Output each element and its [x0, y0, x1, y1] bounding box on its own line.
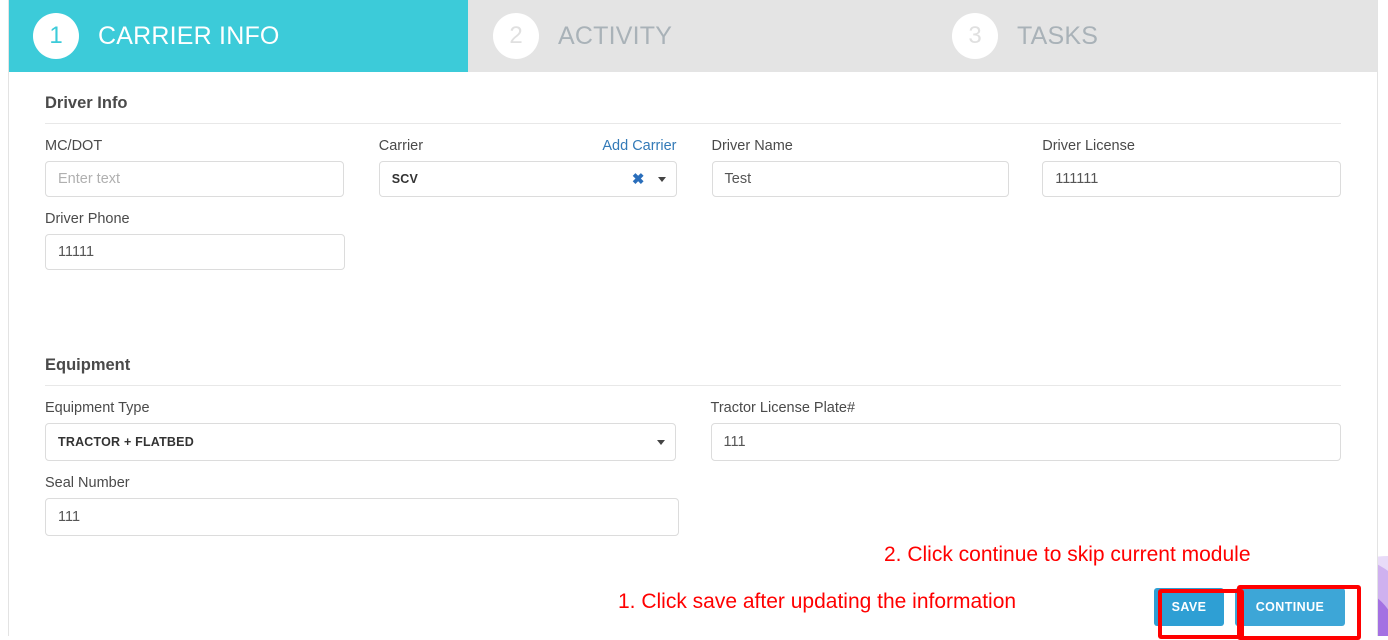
- carrier-selected-value: SCV: [392, 172, 418, 186]
- equipment-type-label: Equipment Type: [45, 400, 150, 416]
- carrier-select[interactable]: SCV ✖: [379, 161, 677, 197]
- equipment-type-select[interactable]: TRACTOR + FLATBED: [45, 423, 676, 461]
- field-driver-phone: Driver Phone 11111: [45, 211, 345, 270]
- carrier-info-card: 1 CARRIER INFO 2 ACTIVITY 3 TASKS Driver…: [8, 0, 1378, 636]
- step-label: ACTIVITY: [558, 22, 672, 51]
- driver-license-input[interactable]: 111111: [1042, 161, 1341, 197]
- step-number-badge: 3: [952, 13, 998, 59]
- carrier-select-icons: ✖: [632, 172, 666, 187]
- driver-info-heading: Driver Info: [45, 72, 1341, 123]
- equipment-type-selected-value: TRACTOR + FLATBED: [58, 435, 194, 449]
- step-number-badge: 1: [33, 13, 79, 59]
- mcdot-input[interactable]: Enter text: [45, 161, 344, 197]
- carrier-label: Carrier: [379, 138, 423, 154]
- driver-info-row-1: MC/DOT Enter text Carrier Add Carrier SC…: [45, 124, 1341, 197]
- field-tractor-plate: Tractor License Plate# 111: [711, 400, 1342, 461]
- annotation-note-2: 2. Click continue to skip current module: [884, 543, 1251, 567]
- tractor-plate-input[interactable]: 111: [711, 423, 1342, 461]
- field-mcdot: MC/DOT Enter text: [45, 138, 344, 197]
- chevron-down-icon[interactable]: [658, 177, 666, 182]
- seal-number-label: Seal Number: [45, 475, 130, 491]
- form-body: Driver Info MC/DOT Enter text Carrier Ad…: [9, 72, 1377, 536]
- driver-name-input[interactable]: Test: [712, 161, 1010, 197]
- wizard-step-activity[interactable]: 2 ACTIVITY: [468, 0, 927, 72]
- chevron-down-icon[interactable]: [657, 440, 665, 445]
- seal-number-input[interactable]: 111: [45, 498, 679, 536]
- wizard-step-bar: 1 CARRIER INFO 2 ACTIVITY 3 TASKS: [9, 0, 1377, 72]
- field-seal-number: Seal Number 111: [45, 475, 679, 536]
- driver-phone-label: Driver Phone: [45, 211, 130, 227]
- clear-x-icon[interactable]: ✖: [632, 172, 645, 187]
- step-label: TASKS: [1017, 22, 1098, 51]
- driver-phone-input[interactable]: 11111: [45, 234, 345, 270]
- driver-name-label: Driver Name: [712, 138, 793, 154]
- driver-info-row-2: Driver Phone 11111: [45, 197, 1341, 270]
- equipment-row-2: Seal Number 111: [45, 461, 1341, 536]
- equipment-heading: Equipment: [45, 334, 1341, 385]
- save-button[interactable]: SAVE: [1154, 588, 1224, 626]
- annotation-note-1: 1. Click save after updating the informa…: [618, 590, 1016, 614]
- field-equipment-type: Equipment Type TRACTOR + FLATBED: [45, 400, 676, 461]
- step-number-badge: 2: [493, 13, 539, 59]
- driver-license-label: Driver License: [1042, 138, 1135, 154]
- field-carrier: Carrier Add Carrier SCV ✖: [379, 138, 677, 197]
- mcdot-label: MC/DOT: [45, 138, 102, 154]
- section-spacer: [45, 270, 1341, 334]
- field-driver-license: Driver License 111111: [1042, 138, 1341, 197]
- equipment-row-1: Equipment Type TRACTOR + FLATBED Tractor…: [45, 386, 1341, 461]
- wizard-step-carrier-info[interactable]: 1 CARRIER INFO: [9, 0, 468, 72]
- continue-button[interactable]: CONTINUE: [1235, 588, 1345, 626]
- wizard-step-tasks[interactable]: 3 TASKS: [927, 0, 1377, 72]
- field-driver-name: Driver Name Test: [712, 138, 1010, 197]
- step-label: CARRIER INFO: [98, 22, 280, 51]
- footer-button-bar: SAVE CONTINUE: [1154, 588, 1345, 626]
- tractor-plate-label: Tractor License Plate#: [711, 400, 856, 416]
- add-carrier-link[interactable]: Add Carrier: [602, 138, 676, 154]
